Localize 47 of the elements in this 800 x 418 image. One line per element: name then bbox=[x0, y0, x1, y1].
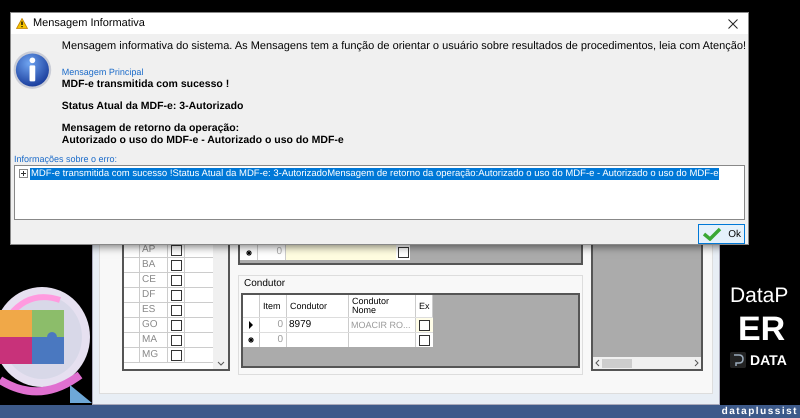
check-icon bbox=[702, 227, 722, 241]
new-row-icon bbox=[246, 250, 252, 256]
message-text: MDF-e transmitida com sucesso ! bbox=[62, 78, 230, 90]
message-text: Status Atual da MDF-e: 3-Autorizado bbox=[62, 100, 244, 112]
ok-button[interactable]: Ok bbox=[698, 224, 745, 244]
tree-item[interactable]: MDF-e transmitida com sucesso !Status Atual da MDF-e: 3-AutorizadoMensagem de retorno da operação:Autorizado o uso do MDF-e - Autorizado o uso do MDF-e bbox=[30, 168, 720, 180]
uf-cell: DF bbox=[140, 288, 168, 302]
checkbox[interactable] bbox=[398, 247, 408, 258]
uf-cell: MG bbox=[140, 348, 168, 362]
checkbox[interactable] bbox=[170, 290, 182, 300]
uf-cell: MA bbox=[140, 333, 168, 347]
section-label: Mensagem Principal bbox=[62, 66, 144, 78]
uf-cell: BA bbox=[140, 258, 168, 272]
horizontal-scrollbar[interactable] bbox=[593, 357, 701, 369]
brand-title: ER bbox=[738, 312, 786, 346]
checkbox[interactable] bbox=[170, 244, 182, 256]
checkbox[interactable] bbox=[170, 334, 182, 346]
expand-icon[interactable] bbox=[19, 169, 28, 178]
uf-cell: ES bbox=[140, 303, 168, 317]
checkbox[interactable] bbox=[419, 320, 430, 330]
checkbox[interactable] bbox=[170, 274, 182, 286]
window-title: Mensagem Informativa bbox=[33, 16, 146, 32]
puzzle-logo-icon bbox=[0, 285, 92, 403]
grid-cell: 0 bbox=[260, 333, 287, 347]
close-icon bbox=[728, 18, 738, 28]
warning-icon bbox=[16, 18, 28, 29]
scroll-right-icon[interactable] bbox=[694, 359, 699, 367]
uf-cell: GO bbox=[140, 318, 168, 332]
brand-name: DataP bbox=[730, 285, 788, 306]
new-row-icon bbox=[248, 337, 254, 343]
scroll-left-icon[interactable] bbox=[595, 359, 600, 367]
section-label: Informações sobre o erro: bbox=[14, 154, 118, 164]
current-row-icon bbox=[248, 321, 254, 329]
checkbox[interactable] bbox=[170, 350, 182, 360]
checkbox[interactable] bbox=[170, 320, 182, 330]
taskbar-text: dataplussist bbox=[722, 406, 798, 416]
checkbox[interactable] bbox=[170, 304, 182, 316]
brand-logo-icon bbox=[730, 352, 746, 368]
intro-text: Mensagem informativa do sistema. As Mensagens tem a função de orientar o usuário sobre resultados de procedimentos, leia com Atenção! bbox=[62, 39, 746, 54]
group-title: Condutor bbox=[244, 278, 286, 290]
brand-logo-text: DATA bbox=[750, 353, 787, 367]
checkbox[interactable] bbox=[170, 260, 182, 270]
uf-cell: CE bbox=[140, 273, 168, 287]
message-text: Mensagem de retorno da operação: bbox=[62, 122, 240, 134]
message-text: Autorizado o uso do MDF-e - Autorizado o uso do MDF-e bbox=[62, 134, 345, 146]
scroll-down-icon[interactable] bbox=[216, 361, 224, 367]
checkbox[interactable] bbox=[419, 334, 430, 346]
